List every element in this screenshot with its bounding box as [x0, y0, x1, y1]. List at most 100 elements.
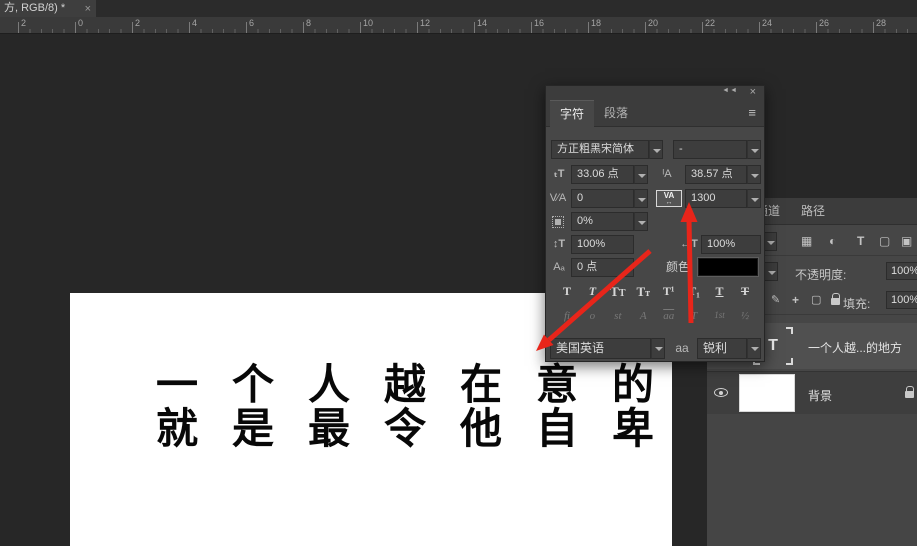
subscript-button[interactable]: T₁ [683, 284, 705, 300]
small-caps-button[interactable]: Tᴛ [632, 284, 654, 300]
swash-button[interactable]: A [632, 310, 654, 322]
layer-name[interactable]: 一个人越...的地方 [808, 339, 902, 356]
lock-artboard-icon[interactable]: ▢ [811, 293, 821, 306]
chevron-down-icon[interactable] [634, 212, 648, 231]
tab-paragraph[interactable]: 段落 [594, 100, 638, 127]
fill-value[interactable]: 100% [886, 291, 917, 309]
character-panel: ◄◄ × 字符 段落 ≡ 方正粗黑宋简体 - ₜT 33.06 点 ᴵA 38.… [545, 85, 765, 362]
canvas-char: 人 [308, 363, 350, 407]
layers-empty-area [707, 414, 917, 546]
ruler-label: 16 [534, 18, 544, 28]
font-size-field[interactable]: 33.06 点 [571, 165, 634, 184]
ruler-label: 4 [192, 18, 197, 28]
lock-all-icon[interactable] [831, 298, 840, 305]
filter-pixel-layers-icon[interactable]: ▦ [801, 234, 812, 248]
ruler-tick [189, 22, 190, 33]
close-icon[interactable]: × [85, 1, 91, 18]
tsume-field[interactable]: 0% [571, 212, 634, 231]
chevron-down-icon[interactable] [764, 262, 778, 281]
ruler-tick [816, 22, 817, 33]
chevron-down-icon[interactable] [649, 140, 663, 159]
ruler-label: 2 [135, 18, 140, 28]
ruler-tick [246, 22, 247, 33]
text-thumbnail-glyph: T [768, 337, 778, 354]
chevron-down-icon[interactable] [651, 338, 665, 359]
stylistic-alternates-button[interactable]: aa [658, 310, 680, 322]
ligatures-button[interactable]: fi [556, 310, 578, 322]
filter-smart-object-icon[interactable]: ▣ [901, 234, 912, 248]
collapse-panel-icon[interactable]: ◄◄ [722, 87, 738, 94]
lock-image-pixels-icon[interactable]: ✎ [771, 293, 780, 306]
titling-alternates-button[interactable]: T [683, 310, 705, 322]
canvas-char: 个 [232, 363, 274, 407]
ruler-tick [702, 22, 703, 33]
background-layer-thumbnail[interactable] [739, 374, 795, 412]
canvas-text-line-1: 一 个 人 越 在 意 的 [156, 363, 654, 407]
close-icon[interactable]: × [750, 86, 756, 98]
canvas-char: 自 [536, 407, 578, 451]
strikethrough-button[interactable]: T [734, 284, 756, 300]
tracking-icon: VA↔ [656, 190, 682, 207]
chevron-down-icon[interactable] [634, 165, 648, 184]
vertical-scale-field[interactable]: 100% [571, 235, 634, 254]
fractions-button[interactable]: ½ [734, 310, 756, 322]
chevron-down-icon[interactable] [747, 338, 761, 359]
baseline-shift-field[interactable]: 0 点 [571, 258, 634, 277]
anti-alias-field[interactable]: 锐利 [697, 338, 747, 359]
text-color-swatch[interactable] [698, 258, 758, 276]
layer-lock-icon [905, 391, 914, 398]
filter-shape-layers-icon[interactable]: ▢ [879, 234, 890, 248]
character-panel-header: ◄◄ × [546, 86, 764, 100]
canvas-char: 他 [460, 407, 502, 451]
filter-adjustment-layers-icon[interactable]: ◐ [829, 234, 836, 248]
lock-position-icon[interactable]: + [792, 293, 799, 307]
ordinals-button[interactable]: 1st [709, 310, 731, 322]
font-style-field[interactable]: - [673, 140, 747, 159]
panel-menu-icon[interactable]: ≡ [748, 105, 756, 120]
font-size-icon: ₜT [549, 165, 569, 184]
font-family-field[interactable]: 方正粗黑宋简体 [551, 140, 649, 159]
ruler-label: 14 [477, 18, 487, 28]
visibility-eye-icon[interactable] [714, 388, 728, 397]
language-field[interactable]: 美国英语 [550, 338, 651, 359]
superscript-button[interactable]: T¹ [658, 284, 680, 300]
horizontal-scale-field[interactable]: 100% [701, 235, 761, 254]
canvas-char: 的 [612, 363, 654, 407]
chevron-down-icon[interactable] [747, 189, 761, 208]
layer-row-background[interactable]: 背景 [707, 371, 917, 414]
underline-button[interactable]: T [709, 284, 731, 300]
ruler-tick [417, 22, 418, 33]
fill-label: 填充: [843, 295, 870, 312]
opacity-value[interactable]: 100% [886, 262, 917, 280]
ruler-tick [75, 22, 76, 33]
chevron-down-icon[interactable] [763, 232, 777, 251]
filter-type-layers-icon[interactable]: T [857, 234, 864, 248]
ruler-label: 8 [306, 18, 311, 28]
chevron-down-icon[interactable] [747, 140, 761, 159]
ruler-label: 24 [762, 18, 772, 28]
document-tab-title: 方, RGB/8) * [4, 2, 65, 14]
tab-paths[interactable]: 路径 [801, 198, 825, 225]
kerning-field[interactable]: 0 [571, 189, 634, 208]
faux-bold-button[interactable]: T [556, 284, 578, 300]
ruler-tick [360, 22, 361, 33]
document-tab[interactable]: 方, RGB/8) * × [0, 0, 96, 17]
chevron-down-icon[interactable] [634, 189, 648, 208]
tab-character[interactable]: 字符 [550, 100, 594, 127]
discretionary-ligatures-button[interactable]: st [607, 310, 629, 322]
vertical-scale-icon: ↕T [548, 235, 570, 254]
leading-field[interactable]: 38.57 点 [685, 165, 747, 184]
ruler-label: 18 [591, 18, 601, 28]
ruler-tick [873, 22, 874, 33]
canvas-char: 卑 [612, 407, 654, 451]
tracking-field[interactable]: 1300 [685, 189, 747, 208]
ruler-tick [303, 22, 304, 33]
color-label: 颜色 [663, 258, 693, 277]
contextual-alternates-button[interactable]: o [581, 310, 603, 322]
canvas-char: 令 [384, 407, 426, 451]
ruler-label: 26 [819, 18, 829, 28]
layer-name[interactable]: 背景 [808, 387, 832, 404]
faux-italic-button[interactable]: T [581, 284, 603, 300]
chevron-down-icon[interactable] [747, 165, 761, 184]
all-caps-button[interactable]: TT [607, 284, 629, 300]
